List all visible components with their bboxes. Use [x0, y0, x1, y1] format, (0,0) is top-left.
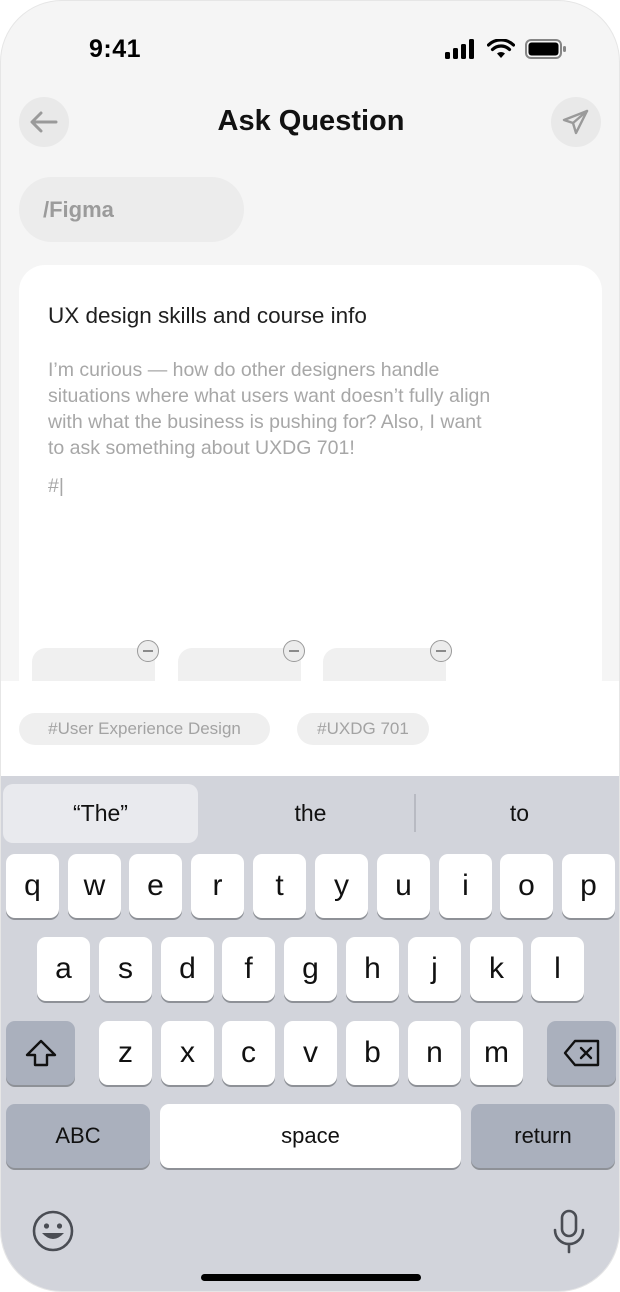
question-body[interactable]: I’m curious — how do other designers han… [48, 357, 583, 461]
delete-icon [563, 1039, 599, 1067]
status-bar: 9:41 [1, 1, 619, 91]
key-t[interactable]: t [253, 854, 306, 918]
page-title: Ask Question [217, 105, 405, 137]
key-m[interactable]: m [470, 1021, 523, 1085]
question-body-line: situations where what users want doesn’t… [48, 385, 491, 407]
keyboard: “The” the to q w e r t y u i o p a s d f… [1, 776, 619, 1291]
suggestion-1[interactable]: “The” [3, 784, 198, 843]
emoji-icon[interactable] [31, 1209, 75, 1253]
key-u[interactable]: u [377, 854, 430, 918]
send-button[interactable] [551, 97, 601, 147]
key-c[interactable]: c [222, 1021, 275, 1085]
key-q[interactable]: q [6, 854, 59, 918]
key-d[interactable]: d [161, 937, 214, 1001]
battery-icon [525, 39, 566, 59]
microphone-icon[interactable] [549, 1209, 589, 1255]
suggestion-divider [414, 794, 416, 832]
return-key[interactable]: return [471, 1104, 615, 1168]
minus-circle-icon[interactable] [430, 640, 452, 662]
key-s[interactable]: s [99, 937, 152, 1001]
shift-key[interactable] [6, 1021, 75, 1085]
key-g[interactable]: g [284, 937, 337, 1001]
cellular-signal-icon [445, 39, 474, 59]
key-b[interactable]: b [346, 1021, 399, 1085]
phone-screen: 9:41 Ask Question /Figma UX design skill… [0, 0, 620, 1292]
question-body-line: with what the business is pushing for? A… [48, 411, 482, 433]
key-n[interactable]: n [408, 1021, 461, 1085]
key-k[interactable]: k [470, 937, 523, 1001]
question-body-line: to ask something about UXDG 701! [48, 437, 355, 459]
question-title[interactable]: UX design skills and course info [48, 303, 367, 329]
community-selector[interactable]: /Figma [19, 177, 244, 242]
status-icons [445, 39, 567, 59]
question-card: UX design skills and course info I’m cur… [19, 265, 602, 708]
app-header: Ask Question [1, 91, 619, 153]
minus-circle-icon[interactable] [137, 640, 159, 662]
key-i[interactable]: i [439, 854, 492, 918]
abc-key[interactable]: ABC [6, 1104, 150, 1168]
key-p[interactable]: p [562, 854, 615, 918]
question-body-line: I’m curious — how do other designers han… [48, 359, 440, 381]
key-o[interactable]: o [500, 854, 553, 918]
suggestion-2[interactable]: the [208, 784, 413, 843]
suggestion-3[interactable]: to [418, 784, 619, 843]
key-v[interactable]: v [284, 1021, 337, 1085]
key-a[interactable]: a [37, 937, 90, 1001]
key-e[interactable]: e [129, 854, 182, 918]
key-l[interactable]: l [531, 937, 584, 1001]
tag-chip[interactable]: #UXDG 701 [297, 713, 429, 745]
delete-key[interactable] [547, 1021, 616, 1085]
tags-row: #User Experience Design #UXDG 701 [1, 681, 619, 776]
key-w[interactable]: w [68, 854, 121, 918]
key-j[interactable]: j [408, 937, 461, 1001]
key-z[interactable]: z [99, 1021, 152, 1085]
key-h[interactable]: h [346, 937, 399, 1001]
status-time: 9:41 [89, 35, 142, 63]
key-r[interactable]: r [191, 854, 244, 918]
tag-chip[interactable]: #User Experience Design [19, 713, 270, 745]
key-x[interactable]: x [161, 1021, 214, 1085]
shift-icon [25, 1039, 56, 1067]
minus-circle-icon[interactable] [283, 640, 305, 662]
wifi-icon [487, 39, 515, 58]
hashtag-input[interactable]: #| [48, 475, 64, 498]
paper-plane-icon [562, 109, 589, 135]
space-key[interactable]: space [160, 1104, 461, 1168]
home-indicator[interactable] [201, 1274, 421, 1281]
key-y[interactable]: y [315, 854, 368, 918]
key-f[interactable]: f [222, 937, 275, 1001]
